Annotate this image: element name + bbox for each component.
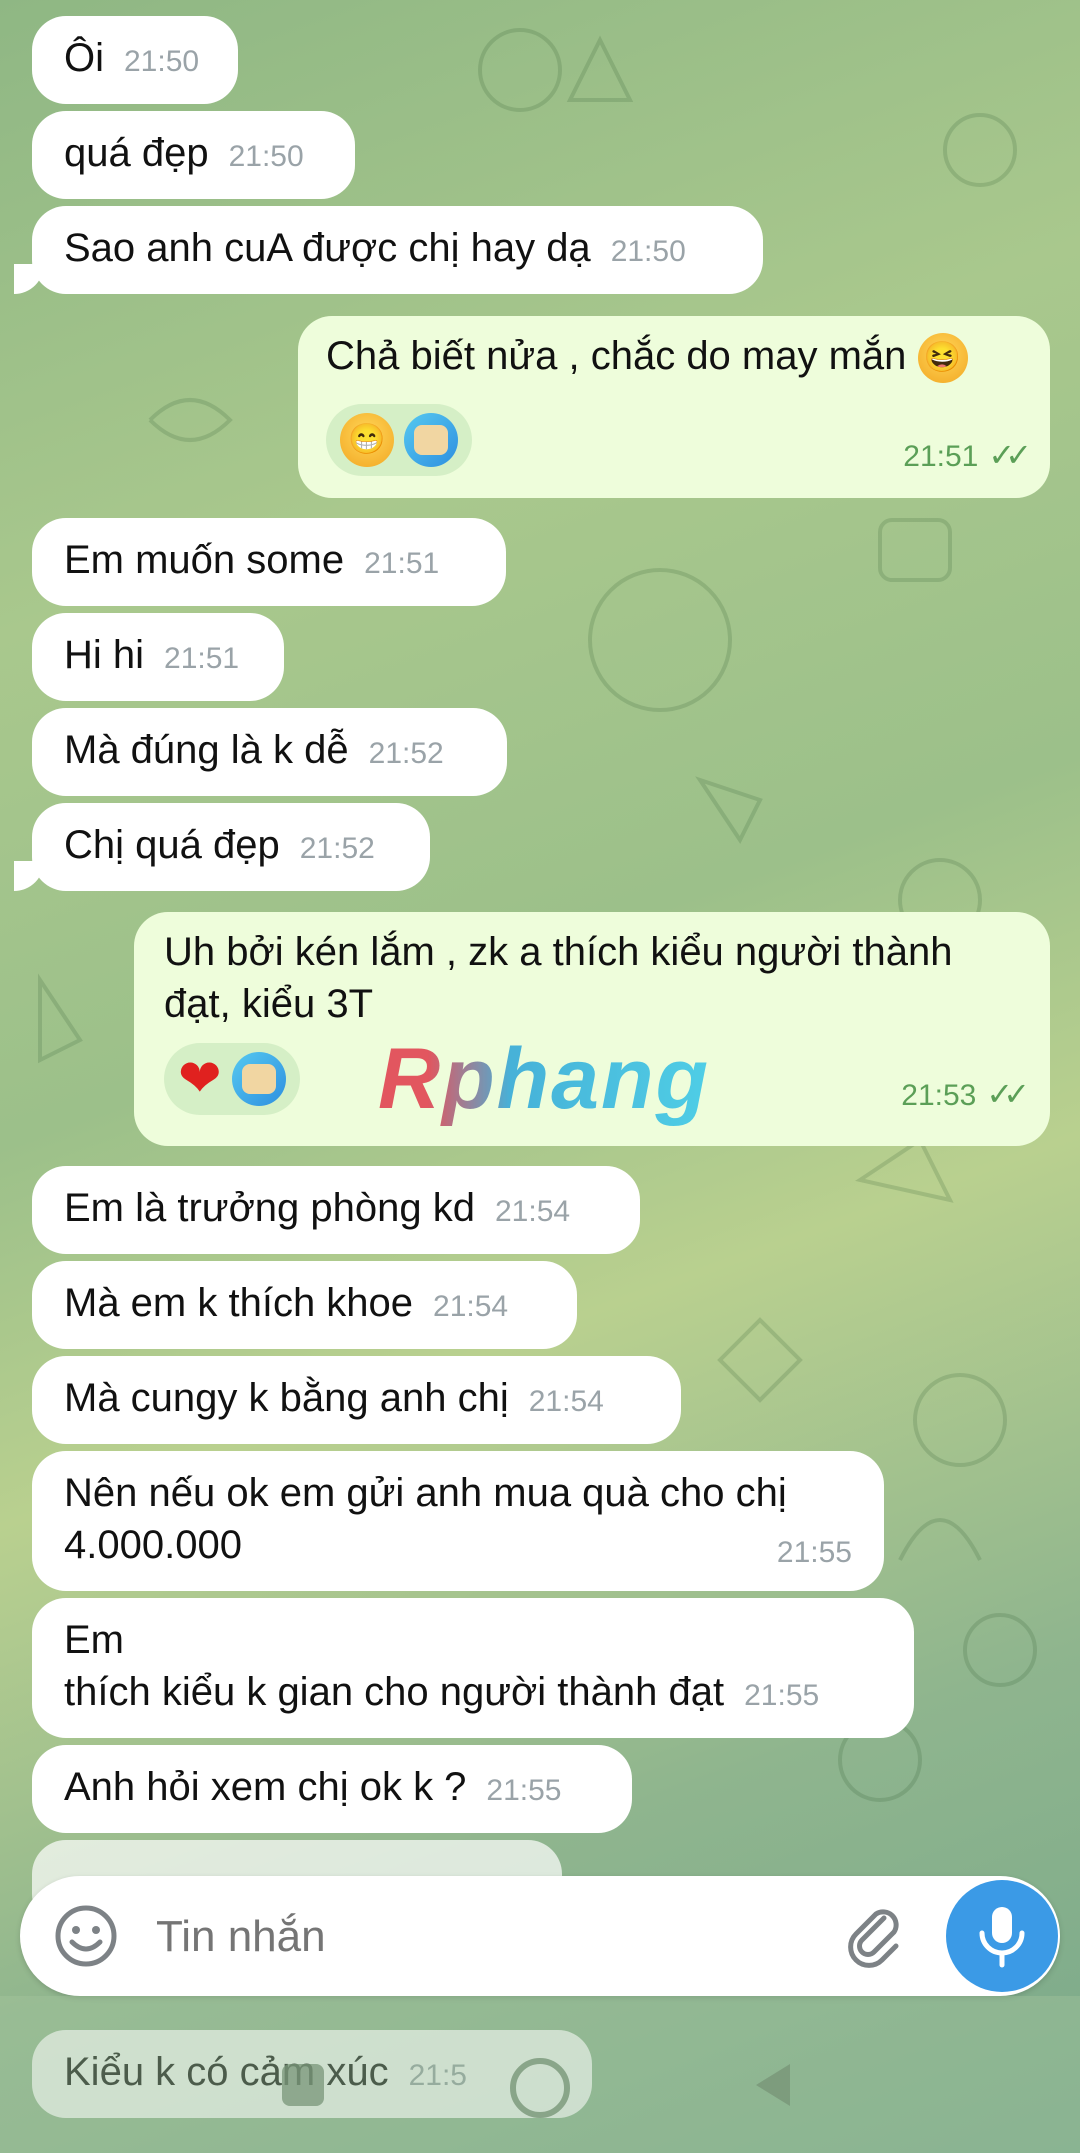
- message-text: Em muốn some: [64, 538, 345, 582]
- emoji-icon[interactable]: [54, 1904, 118, 1968]
- microphone-icon: [979, 1907, 1025, 1968]
- message-bubble-incoming[interactable]: Mà đúng là k dễ 21:52: [32, 708, 507, 796]
- message-time: 21:51: [364, 547, 440, 580]
- message-text-line: Nên nếu ok em gửi anh mua quà cho chị: [64, 1471, 787, 1515]
- message-text: Ôi: [64, 36, 104, 80]
- message-text: Hi hi: [64, 633, 145, 677]
- paperclip-icon[interactable]: [844, 1904, 908, 1968]
- message-bubble-incoming[interactable]: Em muốn some 21:51: [32, 518, 506, 606]
- message-time: 21:55: [744, 1679, 820, 1712]
- message-text: Mà em k thích khoe: [64, 1281, 414, 1325]
- message-text: Anh hỏi xem chị ok k ?: [64, 1765, 467, 1809]
- message-time: 21:55: [776, 1536, 852, 1569]
- message-time: 21:50: [124, 45, 200, 78]
- message-text-line: Uh bởi kén lắm , zk a thích kiểu người t…: [164, 930, 953, 974]
- grinning-emoji-icon: 😁: [340, 413, 394, 468]
- message-bubble-incoming[interactable]: Em thích kiểu k gian cho người thành đạt…: [32, 1598, 914, 1738]
- message-time: 21:54: [433, 1290, 509, 1323]
- mic-button[interactable]: [946, 1880, 1058, 1992]
- message-text: quá đẹp: [64, 131, 209, 175]
- message-time: 21:50: [228, 140, 304, 173]
- laughing-emoji-icon: 😆: [917, 333, 968, 384]
- reactor-avatar: [231, 1052, 286, 1106]
- home-circle-icon[interactable]: [510, 2058, 570, 2118]
- message-bubble-incoming[interactable]: quá đẹp 21:50: [32, 111, 355, 199]
- message-bubble-incoming[interactable]: Ôi 21:50: [32, 16, 238, 104]
- message-time: 21:55: [486, 1774, 562, 1807]
- message-time: 21:50: [610, 235, 686, 268]
- reactor-avatar: [404, 413, 458, 468]
- watermark-logo: Rphang: [378, 1031, 711, 1127]
- message-text: Mà cungy k bằng anh chị: [64, 1376, 509, 1420]
- reaction-pill[interactable]: ❤: [164, 1043, 300, 1115]
- message-text: Em là trưởng phòng kd: [64, 1186, 475, 1230]
- message-bubble-incoming[interactable]: Mà cungy k bằng anh chị 21:54: [32, 1356, 681, 1444]
- message-bubble-incoming[interactable]: Anh hỏi xem chị ok k ? 21:55: [32, 1745, 632, 1833]
- message-composer: [20, 1876, 1060, 1996]
- message-time: 21:5: [408, 2059, 467, 2092]
- message-bubble-outgoing[interactable]: Chả biết nửa , chắc do may mắn 😆 😁 21:51…: [298, 316, 1050, 498]
- message-time: 21:52: [299, 832, 375, 865]
- message-text-line: Em: [64, 1618, 124, 1662]
- message-input[interactable]: [154, 1898, 808, 1976]
- message-text-line: thích kiểu k gian cho người thành đạt: [64, 1670, 725, 1714]
- double-check-icon: ✓✓: [988, 437, 1032, 474]
- message-bubble-incoming[interactable]: Em là trưởng phòng kd 21:54: [32, 1166, 640, 1254]
- message-text: Chị quá đẹp: [64, 823, 280, 867]
- message-time: 21:51: [164, 642, 240, 675]
- message-text: Chả biết nửa , chắc do may mắn: [326, 334, 907, 378]
- message-time: 21:51: [903, 440, 979, 474]
- heart-icon: ❤: [178, 1050, 222, 1108]
- message-time: 21:54: [495, 1195, 571, 1228]
- message-time: 21:52: [368, 737, 444, 770]
- double-check-icon: ✓✓: [986, 1076, 1030, 1112]
- message-bubble-incoming[interactable]: Sao anh cuA được chị hay dạ 21:50: [32, 206, 763, 294]
- back-triangle-icon[interactable]: [750, 2060, 794, 2110]
- reaction-pill[interactable]: 😁: [326, 404, 472, 477]
- message-bubble-incoming[interactable]: Nên nếu ok em gửi anh mua quà cho chị 4.…: [32, 1451, 884, 1591]
- message-bubble-incoming[interactable]: Chị quá đẹp 21:52: [32, 803, 430, 891]
- message-bubble-incoming[interactable]: Hi hi 21:51: [32, 613, 284, 701]
- message-text: Mà đúng là k dễ: [64, 728, 349, 772]
- recent-square-icon[interactable]: [282, 2064, 324, 2106]
- message-text: Sao anh cuA được chị hay dạ: [64, 226, 591, 270]
- message-text: Kiểu k có cảm xúc: [64, 2050, 389, 2094]
- message-time: 21:53: [901, 1079, 977, 1112]
- message-text-line: 4.000.000: [64, 1523, 242, 1567]
- message-time: 21:54: [528, 1385, 604, 1418]
- message-bubble-incoming[interactable]: Mà em k thích khoe 21:54: [32, 1261, 577, 1349]
- message-text-line: đạt, kiểu 3T: [164, 982, 374, 1026]
